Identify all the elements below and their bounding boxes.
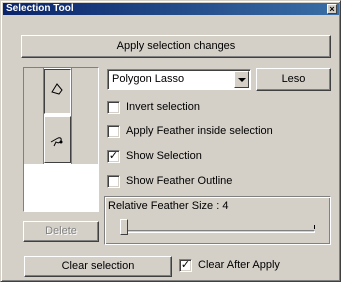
freehand-lasso-icon bbox=[50, 137, 63, 147]
apply-selection-changes-button[interactable]: Apply selection changes bbox=[21, 35, 331, 58]
feather-size-group: Relative Feather Size : 4 bbox=[104, 196, 331, 245]
selection-tool-window: Selection Tool × Apply selection changes… bbox=[0, 0, 341, 282]
show-selection-label: Show Selection bbox=[126, 150, 202, 162]
show-feather-outline-label: Show Feather Outline bbox=[126, 175, 233, 187]
title-bar[interactable]: Selection Tool × bbox=[3, 3, 339, 15]
show-selection-checkbox[interactable]: ✓ bbox=[107, 150, 120, 163]
invert-selection-checkbox[interactable] bbox=[107, 101, 120, 114]
apply-feather-option[interactable]: Apply Feather inside selection bbox=[107, 124, 331, 140]
lasso-button[interactable]: Leso bbox=[256, 68, 331, 91]
chevron-down-icon[interactable] bbox=[234, 71, 249, 88]
show-feather-outline-option[interactable]: Show Feather Outline bbox=[107, 174, 307, 190]
feather-slider-track[interactable] bbox=[121, 230, 315, 233]
invert-selection-label: Invert selection bbox=[126, 101, 200, 113]
delete-button[interactable]: Delete bbox=[23, 221, 99, 242]
close-icon[interactable]: × bbox=[327, 4, 337, 14]
feather-size-label: Relative Feather Size : 4 bbox=[108, 200, 229, 212]
lasso-mode-value: Polygon Lasso bbox=[112, 73, 185, 85]
tool-freehand-lasso[interactable] bbox=[44, 116, 71, 163]
window-title: Selection Tool bbox=[6, 3, 74, 14]
polygon-lasso-icon bbox=[51, 83, 63, 95]
show-selection-option[interactable]: ✓ Show Selection bbox=[107, 149, 307, 165]
slider-tick-max bbox=[314, 225, 315, 229]
invert-selection-option[interactable]: Invert selection bbox=[107, 100, 307, 116]
clear-after-apply-label: Clear After Apply bbox=[198, 259, 280, 271]
tool-polygon-lasso[interactable] bbox=[44, 69, 71, 114]
apply-feather-checkbox[interactable] bbox=[107, 125, 120, 138]
clear-after-apply-option[interactable]: ✓ Clear After Apply bbox=[179, 258, 329, 274]
clear-selection-button[interactable]: Clear selection bbox=[24, 256, 172, 277]
tool-panel bbox=[23, 67, 99, 212]
feather-slider-thumb[interactable] bbox=[120, 219, 128, 235]
apply-feather-label: Apply Feather inside selection bbox=[126, 125, 273, 137]
clear-after-apply-checkbox[interactable]: ✓ bbox=[179, 259, 192, 272]
show-feather-outline-checkbox[interactable] bbox=[107, 175, 120, 188]
tool-strip-right bbox=[71, 68, 98, 164]
tool-strip bbox=[24, 68, 44, 164]
lasso-mode-select[interactable]: Polygon Lasso bbox=[107, 69, 251, 90]
